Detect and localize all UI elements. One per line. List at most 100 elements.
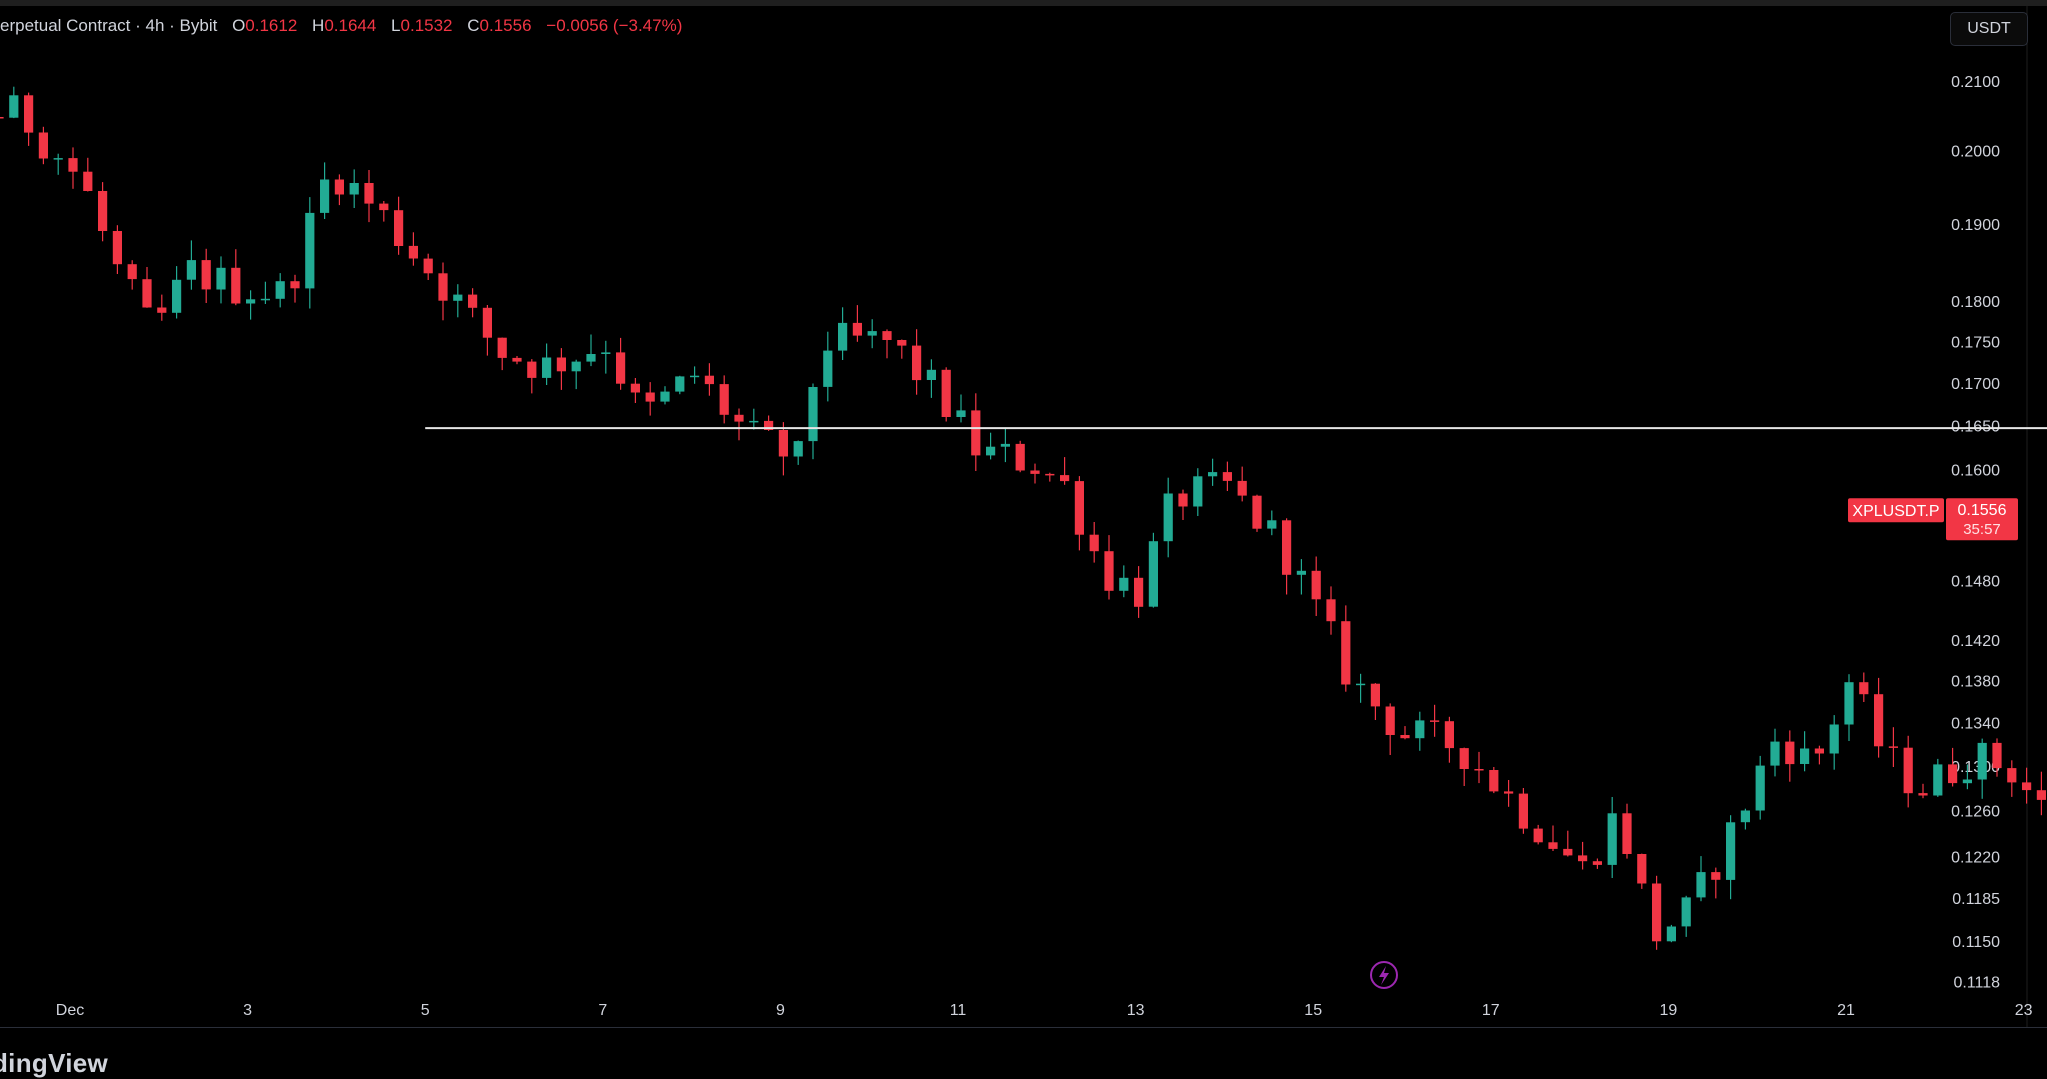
candle-body <box>1977 742 1987 780</box>
candle-body <box>1311 570 1321 600</box>
candle-body <box>68 158 78 172</box>
candle <box>586 334 596 367</box>
candle-body <box>1178 493 1188 507</box>
candle-body <box>379 203 389 211</box>
candle-body <box>660 391 670 402</box>
candle <box>1711 867 1721 899</box>
candle <box>1296 559 1306 595</box>
candle <box>1444 716 1454 763</box>
candle-body <box>1563 848 1573 856</box>
candle-body <box>290 281 300 289</box>
symbol-tag-text: XPLUSDT.P <box>1852 503 1939 520</box>
candles <box>0 86 2046 950</box>
candle <box>438 262 448 321</box>
candle-body <box>349 183 359 195</box>
candle <box>971 393 981 471</box>
candle-body <box>601 352 611 354</box>
candle <box>867 319 877 349</box>
candle <box>423 253 433 280</box>
candle-body <box>1030 470 1040 474</box>
candle-body <box>1489 770 1499 792</box>
candle <box>1341 605 1351 692</box>
candle <box>926 359 936 398</box>
candle-body <box>438 273 448 301</box>
candle <box>1622 803 1632 859</box>
candle <box>2022 767 2032 804</box>
candle-body <box>1933 764 1943 796</box>
candle-body <box>1666 926 1676 942</box>
candle <box>1800 731 1810 772</box>
candle-body <box>1193 476 1203 507</box>
candle <box>1119 565 1129 598</box>
brand-logo-text: dingView <box>0 1048 109 1078</box>
high-label: H <box>312 16 325 35</box>
x-tick-label: Dec <box>56 1002 84 1019</box>
currency-button[interactable]: USDT <box>1950 12 2028 46</box>
candle-body <box>142 279 152 308</box>
candle <box>1533 824 1543 845</box>
candle-body <box>1770 741 1780 766</box>
candle <box>1918 783 1928 799</box>
candle-body <box>1060 475 1070 482</box>
candle-body <box>364 183 374 204</box>
x-tick-label: 15 <box>1304 1002 1322 1019</box>
candle-body <box>53 158 63 160</box>
candle-body <box>1681 897 1691 927</box>
candle-body <box>704 375 714 385</box>
candle <box>1430 704 1440 737</box>
candle <box>260 281 270 304</box>
candle-body <box>24 95 34 133</box>
candle-body <box>453 294 463 301</box>
y-tick-label: 0.1118 <box>1953 974 2000 991</box>
candle-body <box>1430 720 1440 722</box>
candle-body <box>793 441 803 457</box>
y-tick-label: 0.1600 <box>1951 462 2000 479</box>
candle <box>675 375 685 395</box>
bottom-divider <box>0 1027 2047 1028</box>
candle-body <box>1755 765 1765 811</box>
candle <box>1074 476 1084 551</box>
candle-body <box>1814 748 1824 754</box>
candle-body <box>986 446 996 456</box>
candle-body <box>1134 577 1144 607</box>
candle-body <box>2036 790 2046 800</box>
candle <box>497 337 507 371</box>
candle-body <box>956 410 966 417</box>
candle <box>645 382 655 416</box>
candle-body <box>838 322 848 351</box>
x-tick-label: 7 <box>598 1002 607 1019</box>
lightning-icon[interactable] <box>1370 961 1398 989</box>
candle <box>9 86 19 119</box>
price-chart[interactable]: 0.2100 0.2000 0.1900 0.1800 0.1750 0.1700 0.16… <box>0 0 2047 1077</box>
candle <box>2007 760 2017 797</box>
candle <box>1785 730 1795 782</box>
candle <box>1726 815 1736 900</box>
candle <box>275 273 285 308</box>
candle <box>53 153 63 175</box>
candle <box>734 408 744 441</box>
candle <box>1104 535 1114 600</box>
candle-body <box>1400 735 1410 739</box>
symbol-price-tag: XPLUSDT.P <box>1848 498 1944 523</box>
candle <box>231 249 241 306</box>
candle-body <box>1015 443 1025 471</box>
candle <box>571 359 581 390</box>
candle-body <box>1045 473 1055 476</box>
y-tick-label: 0.1750 <box>1951 334 2000 351</box>
symbol-legend[interactable]: erpetual Contract · 4h · Bybit O0.1612 H… <box>0 16 682 36</box>
candle <box>690 366 700 384</box>
candle <box>201 248 211 303</box>
candle-body <box>1859 682 1869 695</box>
low-value: 0.1532 <box>400 16 453 35</box>
candle <box>246 290 256 320</box>
candle-body <box>186 260 196 280</box>
candle <box>1208 458 1218 486</box>
candle <box>468 288 478 318</box>
candle-body <box>9 95 19 118</box>
candle <box>1474 751 1484 784</box>
candle <box>852 305 862 342</box>
candle <box>1859 672 1869 702</box>
candle-body <box>571 361 581 372</box>
candle-body <box>1533 828 1543 843</box>
candle-body <box>172 279 182 313</box>
